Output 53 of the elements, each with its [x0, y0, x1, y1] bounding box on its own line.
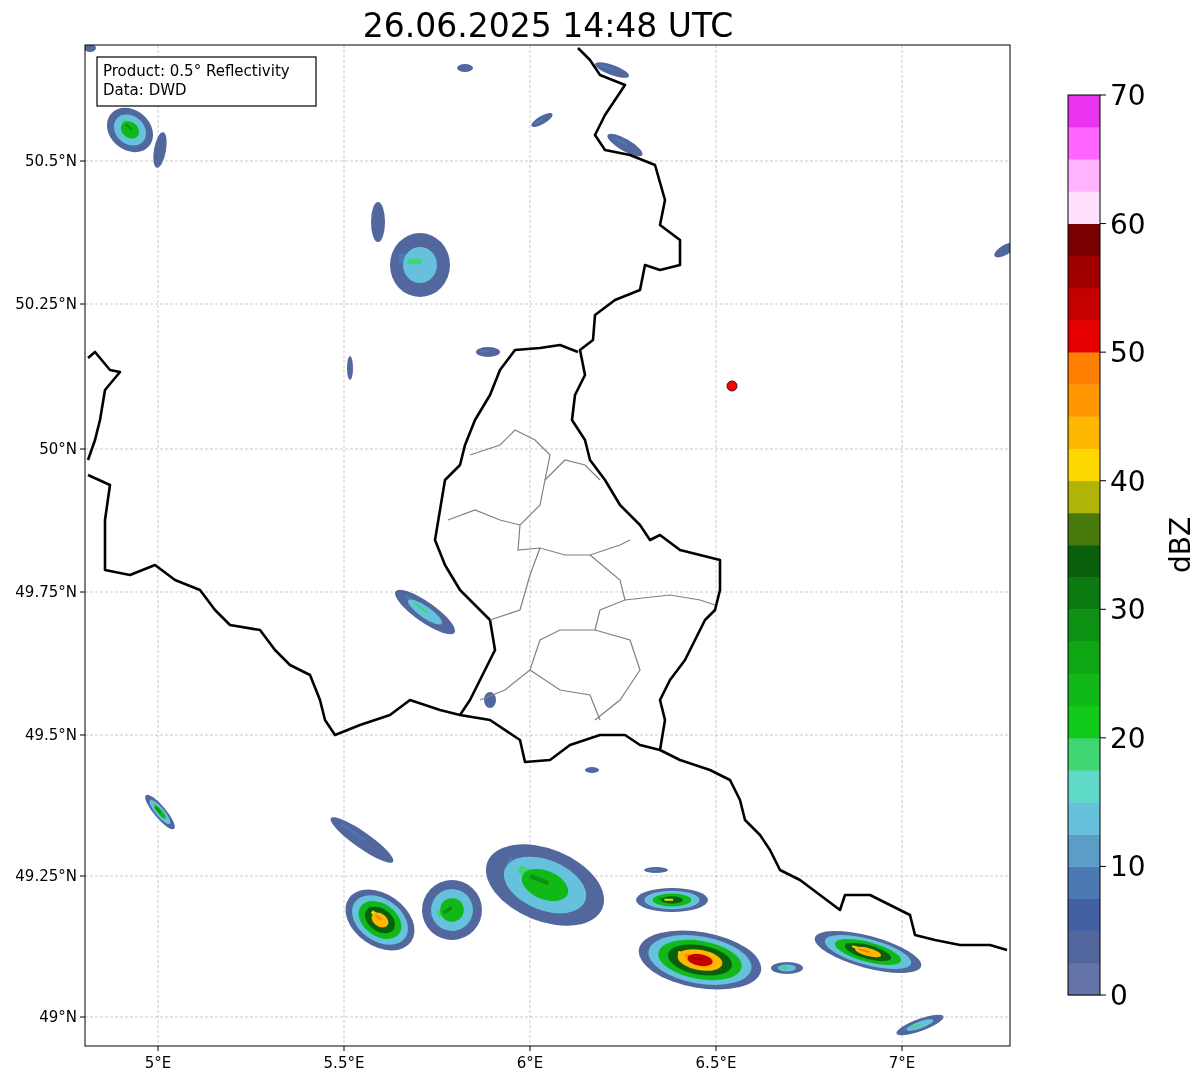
radar-echo: [371, 202, 385, 242]
radar-echo: [585, 767, 599, 773]
axis-tick-label: 5°E: [144, 1054, 172, 1072]
radar-echo: [145, 794, 175, 830]
axis-tick-label: 6.5°E: [695, 1054, 737, 1072]
colorbar-tick-label: 60: [1110, 207, 1146, 241]
radar-echo: [85, 45, 96, 52]
radar-echo: [595, 62, 629, 78]
tick-mark: [1099, 994, 1107, 996]
tick-mark: [1099, 608, 1107, 610]
colorbar-tick-label: 20: [1110, 721, 1146, 755]
axis-tick-label: 49.25°N: [15, 867, 77, 885]
radar-echo: [330, 817, 394, 863]
radar-echo: [422, 880, 482, 940]
radar-echo: [771, 962, 803, 974]
radar-echo: [476, 347, 500, 357]
radar-echo: [395, 589, 455, 635]
axis-tick-label: 6°E: [516, 1054, 544, 1072]
axis-tick-label: 49.75°N: [15, 583, 77, 601]
radar-echo: [607, 133, 643, 157]
tick-mark: [1099, 865, 1107, 867]
info-text: Data: DWD: [103, 81, 187, 99]
radar-echo: [636, 888, 708, 912]
info-text: Product: 0.5° Reflectivity: [103, 62, 290, 80]
chart-title: 26.06.2025 14:48 UTC: [362, 6, 734, 45]
radar-echo: [484, 692, 496, 708]
colorbar-tick-label: 10: [1110, 850, 1146, 884]
axis-tick-label: 50.5°N: [24, 152, 77, 170]
colorbar-tick-label: 50: [1110, 336, 1146, 370]
colorbar-tick-label: 40: [1110, 464, 1146, 498]
radar-echo: [994, 242, 1010, 258]
radar-echo: [347, 356, 353, 380]
radar-echo: [644, 867, 668, 873]
axis-tick-label: 50.25°N: [15, 295, 77, 313]
axis-tick-label: 5.5°E: [323, 1054, 365, 1072]
tick-mark: [1099, 480, 1107, 482]
radar-echo: [457, 64, 473, 72]
axis-tick-label: 7°E: [888, 1054, 916, 1072]
colorbar-tick-label: 0: [1110, 979, 1128, 1012]
axis-tick-label: 49.5°N: [24, 726, 77, 744]
radar-echo: [345, 889, 415, 951]
axis-tick-label: 49°N: [39, 1008, 77, 1026]
colorbar-tick-label: 30: [1110, 593, 1146, 627]
tick-mark: [1099, 223, 1107, 225]
tick-mark: [1099, 351, 1107, 353]
axis-tick-label: 50°N: [39, 440, 77, 458]
radar-echo: [896, 1014, 944, 1036]
colorbar-tick-label: 70: [1110, 79, 1146, 112]
tick-mark: [1099, 94, 1107, 96]
colorbar-label: dBZ: [1164, 516, 1197, 574]
radar-echo: [390, 233, 450, 297]
radar-echo: [531, 113, 553, 127]
tick-mark: [1099, 737, 1107, 739]
